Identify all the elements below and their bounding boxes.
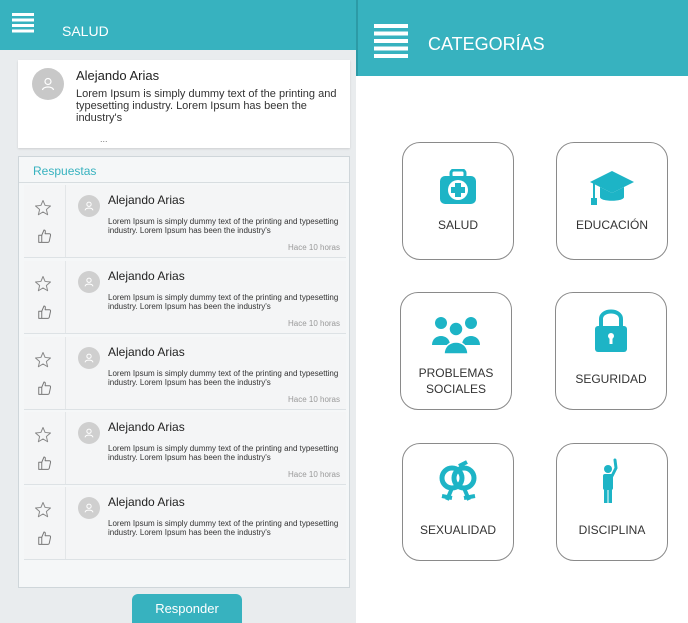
answers-title: Respuestas — [33, 164, 97, 178]
category-label: SEGURIDAD — [575, 372, 647, 386]
answer-text: Lorem Ipsum is simply dummy text of the … — [108, 217, 339, 235]
avatar — [78, 347, 100, 369]
graduation-cap-icon — [557, 169, 667, 207]
post-author: Alejando Arias — [76, 68, 160, 83]
categories-panel: CATEGORÍAS SALUD EDUCACIÓN PROBLEMAS SOC… — [356, 0, 688, 623]
medical-kit-icon — [403, 169, 513, 205]
answer-text: Lorem Ipsum is simply dummy text of the … — [108, 519, 339, 537]
thumbs-up-icon[interactable] — [35, 454, 53, 477]
page-title: CATEGORÍAS — [428, 34, 545, 54]
answer-text: Lorem Ipsum is simply dummy text of the … — [108, 444, 339, 462]
category-label: SALUD — [437, 218, 478, 232]
category-sexualidad[interactable]: SEXUALIDAD — [402, 443, 514, 561]
avatar — [78, 422, 100, 444]
star-icon[interactable] — [34, 426, 52, 449]
answer-actions — [24, 337, 66, 409]
salud-header: SALUD — [0, 0, 356, 50]
star-icon[interactable] — [34, 275, 52, 298]
answer-time: Hace 10 horas — [287, 319, 340, 328]
star-icon[interactable] — [34, 199, 52, 222]
answer-author: Alejando Arias — [108, 420, 185, 434]
category-salud[interactable]: SALUD — [402, 142, 514, 260]
answer-time: Hace 10 horas — [287, 470, 340, 479]
answer-actions — [24, 185, 66, 257]
post-text: Lorem Ipsum is simply dummy text of the … — [76, 88, 337, 124]
answer-author: Alejando Arias — [108, 193, 185, 207]
answer-time: Hace 10 horas — [287, 243, 340, 252]
star-icon[interactable] — [34, 351, 52, 374]
avatar — [78, 271, 100, 293]
thumbs-up-icon[interactable] — [35, 379, 53, 402]
category-educacion[interactable]: EDUCACIÓN — [556, 142, 668, 260]
salud-panel: SALUD Alejando Arias Lorem Ipsum is simp… — [0, 0, 356, 623]
answers-list: Respuestas Alejando Arias Lorem Ipsum is … — [18, 156, 350, 588]
answer-time: Hace 10 horas — [287, 395, 340, 404]
category-disciplina[interactable]: DISCIPLINA — [556, 443, 668, 561]
post-more[interactable]: ... — [100, 134, 108, 144]
answer-text: Lorem Ipsum is simply dummy text of the … — [108, 369, 339, 387]
hamburger-menu-icon[interactable] — [374, 24, 408, 63]
people-group-icon — [401, 313, 511, 355]
answer-actions — [24, 412, 66, 484]
gender-symbols-icon — [403, 460, 513, 506]
answer-item: Alejando Arias Lorem Ipsum is simply dumm… — [24, 337, 346, 410]
answer-text: Lorem Ipsum is simply dummy text of the … — [108, 293, 339, 311]
category-label: PROBLEMAS SOCIALES — [418, 366, 494, 396]
avatar — [32, 68, 64, 100]
thumbs-up-icon[interactable] — [35, 529, 53, 552]
answer-actions — [24, 261, 66, 333]
page-title: SALUD — [62, 23, 109, 39]
hamburger-menu-icon[interactable] — [12, 13, 34, 38]
answer-item: Alejando Arias Lorem Ipsum is simply dumm… — [24, 487, 346, 560]
answer-item: Alejando Arias Lorem Ipsum is simply dumm… — [24, 185, 346, 258]
avatar — [78, 497, 100, 519]
answer-actions — [24, 487, 66, 559]
answer-author: Alejando Arias — [108, 495, 185, 509]
reply-button[interactable]: Responder — [132, 594, 242, 623]
category-problemas-sociales[interactable]: PROBLEMAS SOCIALES — [400, 292, 512, 410]
divider — [19, 182, 349, 183]
star-icon[interactable] — [34, 501, 52, 524]
answer-author: Alejando Arias — [108, 269, 185, 283]
category-label: SEXUALIDAD — [419, 523, 497, 537]
main-post: Alejando Arias Lorem Ipsum is simply dum… — [18, 60, 350, 148]
category-label: EDUCACIÓN — [575, 218, 648, 232]
padlock-icon — [556, 307, 666, 353]
raised-hand-person-icon — [557, 458, 667, 504]
thumbs-up-icon[interactable] — [35, 303, 53, 326]
thumbs-up-icon[interactable] — [35, 227, 53, 250]
category-seguridad[interactable]: SEGURIDAD — [555, 292, 667, 410]
answer-author: Alejando Arias — [108, 345, 185, 359]
avatar — [78, 195, 100, 217]
categories-header: CATEGORÍAS — [356, 0, 688, 76]
answer-item: Alejando Arias Lorem Ipsum is simply dumm… — [24, 261, 346, 334]
category-label: DISCIPLINA — [578, 523, 646, 537]
answer-item: Alejando Arias Lorem Ipsum is simply dumm… — [24, 412, 346, 485]
